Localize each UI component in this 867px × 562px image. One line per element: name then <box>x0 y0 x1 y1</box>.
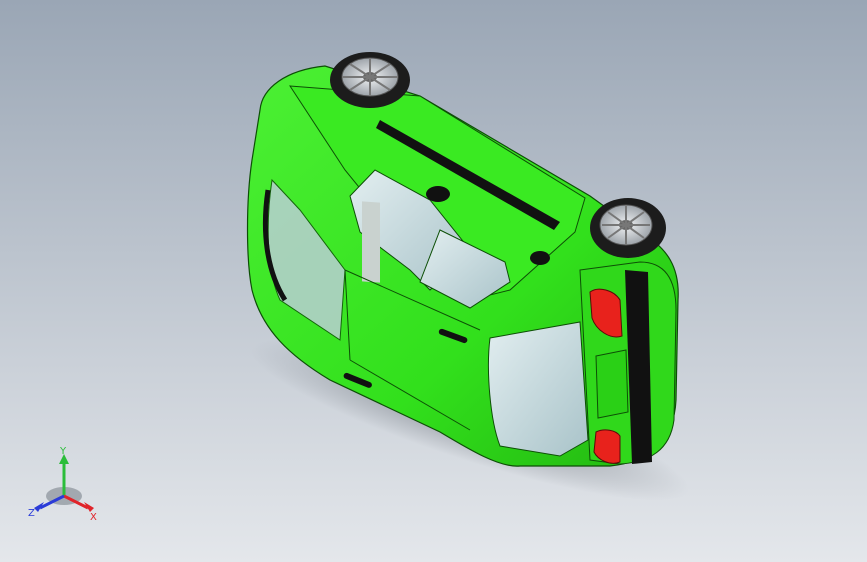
rear-window <box>487 321 589 457</box>
wheel-front <box>330 52 410 108</box>
x-axis-label: X <box>90 512 97 523</box>
wheel-rear <box>590 198 666 258</box>
car-model[interactable] <box>0 0 867 562</box>
axis-triad: Y X Z <box>28 446 97 523</box>
z-axis-label: Z <box>28 508 35 519</box>
y-axis-label: Y <box>59 446 67 457</box>
b-pillar <box>362 201 380 283</box>
fuel-cap <box>530 251 550 265</box>
side-mirror <box>426 186 450 202</box>
license-plate-recess <box>595 349 629 419</box>
graphics-viewport[interactable]: Y X Z <box>0 0 867 562</box>
